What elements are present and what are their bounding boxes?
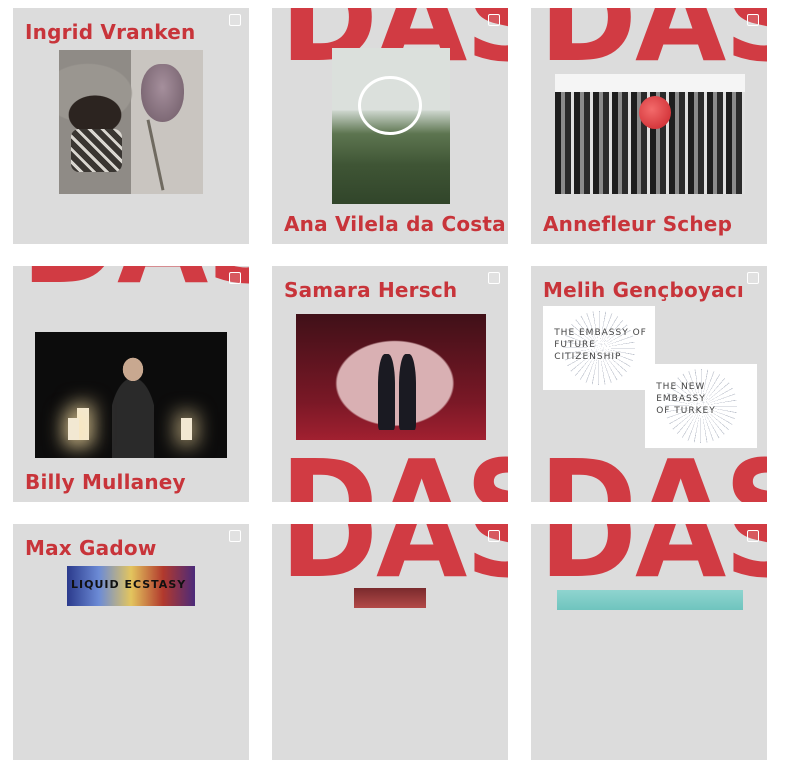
artwork-image [557,590,743,610]
artist-name: Max Gadow [25,536,157,560]
artist-card[interactable]: Max Gadow LIQUID ECSTASY [13,524,249,760]
artist-grid: Ingrid Vranken DAS Ana Vilela da Costa D… [0,0,800,760]
artist-card[interactable]: DAS Annefleur Schep [531,8,767,244]
poster-text: CITIZENSHIP [554,352,622,362]
embassy-poster-1: THE EMBASSY OF FUTURE CITIZENSHIP [543,306,655,390]
das-logo: DAS [21,266,249,300]
select-checkbox[interactable] [488,14,500,26]
artist-name: Ingrid Vranken [25,20,196,44]
poster-text: OF TURKEY [656,406,716,416]
select-checkbox[interactable] [488,272,500,284]
artwork-image [59,50,203,194]
artist-card[interactable]: DAS Ana Vilela da Costa [272,8,508,244]
das-logo: DAS [280,444,508,502]
poster-text: EMBASSY [656,394,706,404]
select-checkbox[interactable] [229,14,241,26]
das-logo: DAS [280,524,508,604]
artist-name: Ana Vilela da Costa [284,212,506,236]
artwork-image [296,314,486,440]
artist-card[interactable]: DAS [531,524,767,760]
poster-text: THE EMBASSY OF [554,328,647,338]
artwork-image: LIQUID ECSTASY [67,566,195,606]
select-checkbox[interactable] [747,530,759,542]
select-checkbox[interactable] [229,272,241,284]
poster-text: FUTURE [554,340,596,350]
artwork-image [555,74,745,194]
artist-name: Melih Gençboyacı [543,278,744,302]
select-checkbox[interactable] [747,272,759,284]
artist-card[interactable]: Samara Hersch DAS [272,266,508,502]
artist-card[interactable]: DAS Billy Mullaney [13,266,249,502]
artwork-image [354,588,426,608]
artwork-image [35,332,227,458]
artist-card[interactable]: Ingrid Vranken [13,8,249,244]
artist-card[interactable]: Melih Gençboyacı THE EMBASSY OF FUTURE C… [531,266,767,502]
artwork-text: LIQUID ECSTASY [71,578,187,591]
select-checkbox[interactable] [747,14,759,26]
das-logo: DAS [539,444,767,502]
select-checkbox[interactable] [488,530,500,542]
artwork-image [332,48,450,204]
artist-name: Samara Hersch [284,278,458,302]
das-logo: DAS [539,8,767,88]
poster-text: THE NEW [656,382,706,392]
artist-name: Billy Mullaney [25,470,186,494]
das-logo: DAS [539,524,767,604]
artist-name: Annefleur Schep [543,212,733,236]
select-checkbox[interactable] [229,530,241,542]
artist-card[interactable]: DAS [272,524,508,760]
